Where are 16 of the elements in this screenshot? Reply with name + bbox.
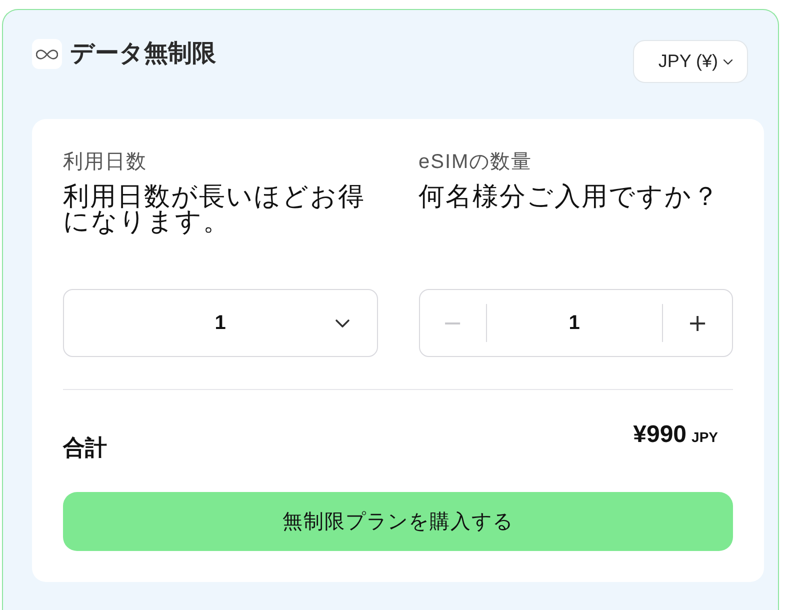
field-description: 利用日数が長いほどお得になります。	[63, 184, 366, 234]
chevron-down-icon	[334, 318, 350, 328]
total-label: 合計	[63, 434, 107, 462]
total-amount: ¥990	[633, 421, 687, 449]
increment-button[interactable]: +	[663, 290, 732, 356]
field-label: eSIMの数量	[418, 150, 534, 174]
field-label: 利用日数	[63, 150, 148, 174]
purchase-button[interactable]: 無制限プランを購入する	[63, 492, 733, 551]
chevron-down-icon	[723, 58, 733, 64]
quantity-field[interactable]: 1	[486, 290, 662, 356]
days-select[interactable]: 1	[63, 289, 378, 357]
field-description: 何名様分ご入用ですか？	[418, 184, 720, 213]
currency-button[interactable]: JPY (¥)	[633, 40, 748, 83]
plan-title: データ無制限	[70, 39, 216, 69]
infinity-icon	[32, 39, 62, 69]
currency-code: JPY	[692, 429, 718, 445]
